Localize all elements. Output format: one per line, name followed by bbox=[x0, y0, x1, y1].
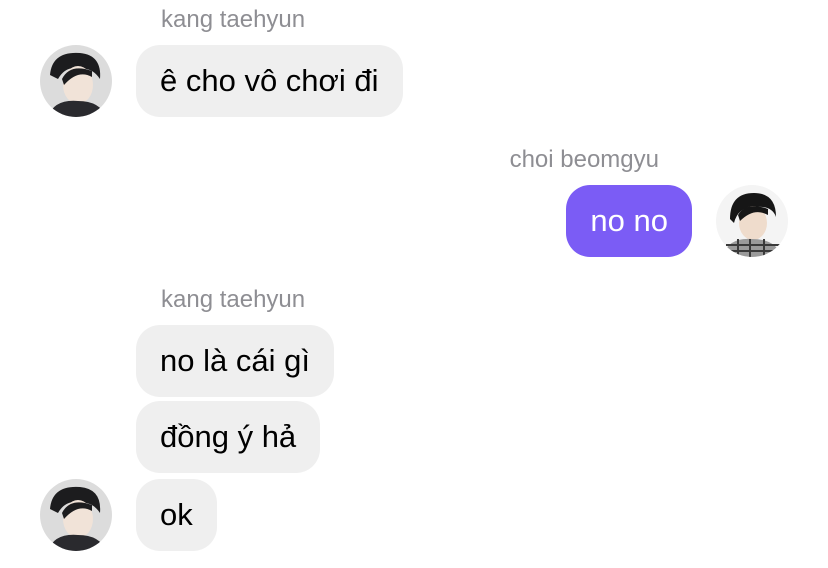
avatar-kang-taehyun[interactable] bbox=[40, 479, 112, 551]
message-bubble[interactable]: ê cho vô chơi đi bbox=[136, 45, 403, 117]
person-photo-icon bbox=[40, 479, 112, 551]
avatar-kang-taehyun[interactable] bbox=[40, 45, 112, 117]
person-photo-icon bbox=[40, 45, 112, 117]
message-bubble[interactable]: đồng ý hả bbox=[136, 401, 321, 473]
message-bubble[interactable]: no là cái gì bbox=[136, 325, 334, 397]
message-bubble[interactable]: no no bbox=[566, 185, 692, 257]
avatar-choi-beomgyu[interactable] bbox=[716, 185, 788, 257]
sender-name: choi beomgyu bbox=[509, 146, 659, 173]
sender-name: kang taehyun bbox=[161, 286, 306, 313]
sender-name: kang taehyun bbox=[161, 6, 306, 33]
message-bubble[interactable]: ok bbox=[136, 479, 217, 551]
person-photo-icon bbox=[716, 185, 788, 257]
